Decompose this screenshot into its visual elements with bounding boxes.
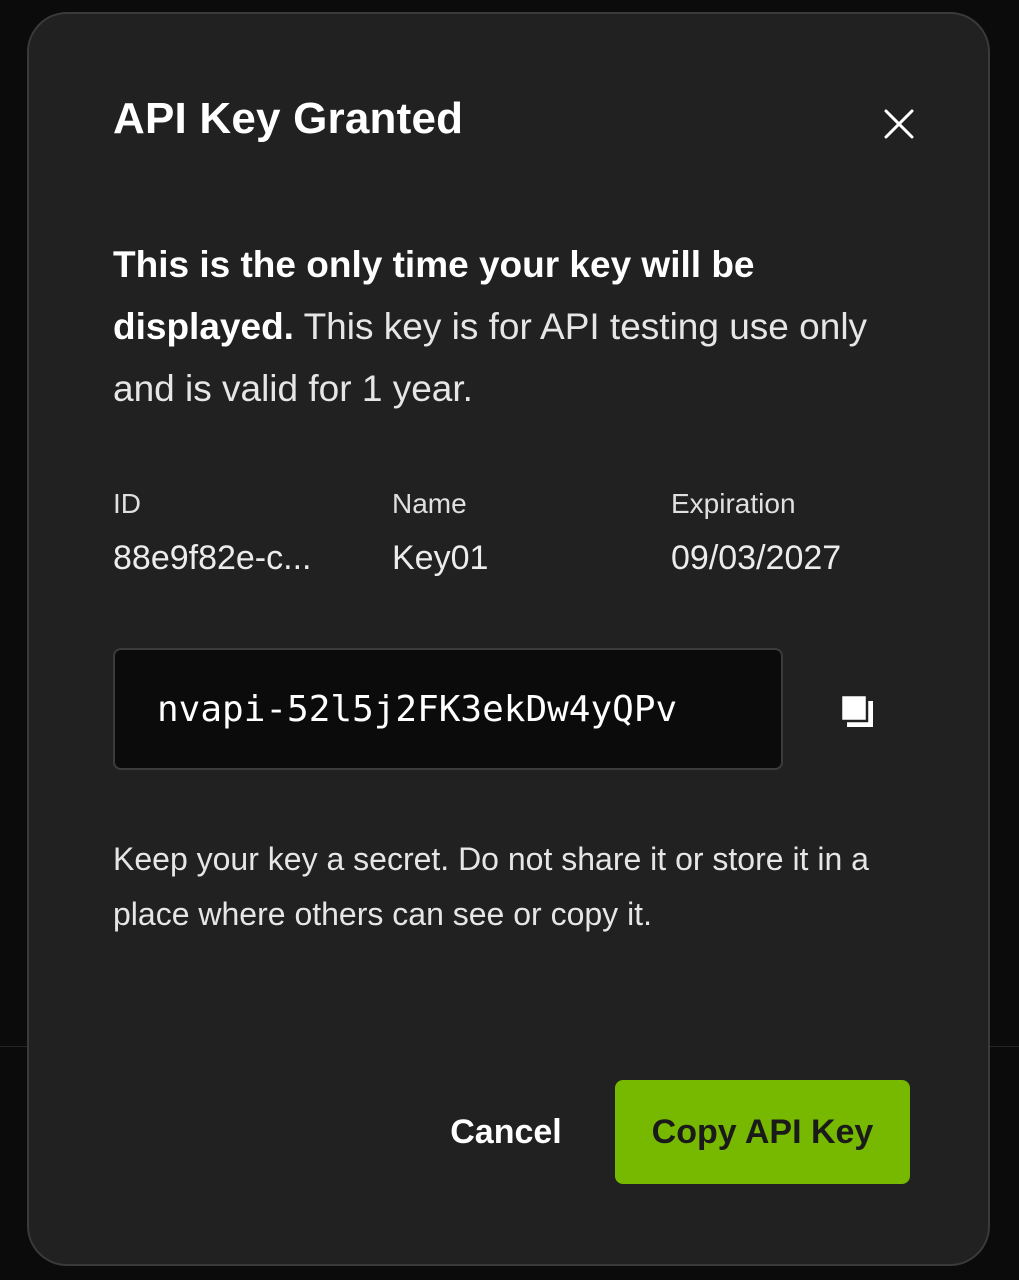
key-expiration-column: Expiration 09/03/2027	[671, 484, 931, 580]
cancel-button[interactable]: Cancel	[421, 1080, 591, 1184]
api-key-field[interactable]: nvapi-52l5j2FK3ekDw4yQPv	[113, 648, 783, 770]
secret-notice: Keep your key a secret. Do not share it …	[113, 841, 869, 932]
key-name-column: Name Key01	[392, 484, 652, 580]
api-key-value[interactable]: nvapi-52l5j2FK3ekDw4yQPv	[157, 689, 741, 730]
api-key-dialog: API Key Granted This is the only time yo…	[27, 12, 990, 1266]
key-name-label: Name	[392, 488, 467, 519]
key-expiration-value: 09/03/2027	[671, 539, 842, 577]
key-id-label: ID	[113, 488, 141, 519]
close-button[interactable]	[879, 104, 919, 144]
key-id-column: ID 88e9f82e-c...	[113, 484, 373, 580]
copy-icon	[839, 693, 873, 727]
copy-key-button[interactable]	[839, 693, 875, 729]
close-icon	[884, 109, 914, 139]
copy-api-key-button[interactable]: Copy API Key	[615, 1080, 910, 1184]
key-warning-message: This is the only time your key will be d…	[113, 234, 913, 420]
key-expiration-label: Expiration	[671, 488, 796, 519]
dialog-title: API Key Granted	[113, 94, 464, 143]
key-name-value: Key01	[392, 539, 489, 577]
key-id-value: 88e9f82e-c...	[113, 539, 312, 577]
